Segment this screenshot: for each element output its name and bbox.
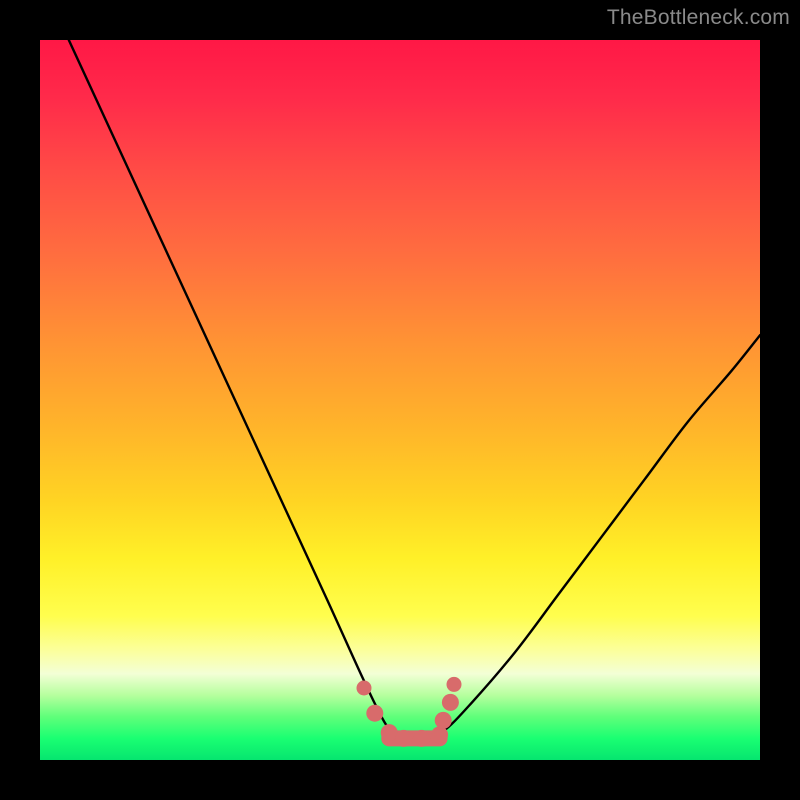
watermark-label: TheBottleneck.com [607,6,790,30]
chart-frame: TheBottleneck.com [0,0,800,800]
curve-group [69,40,760,740]
highlight-point [366,705,383,722]
highlight-point [413,730,430,747]
highlight-point [395,730,412,747]
bottleneck-curve-path [69,40,760,740]
highlight-point [442,694,459,711]
highlight-point [431,726,448,743]
highlight-point [435,712,452,729]
chart-svg [40,40,760,760]
plot-area [40,40,760,760]
marker-group [357,677,462,747]
highlight-point [357,681,372,696]
highlight-point [447,677,462,692]
